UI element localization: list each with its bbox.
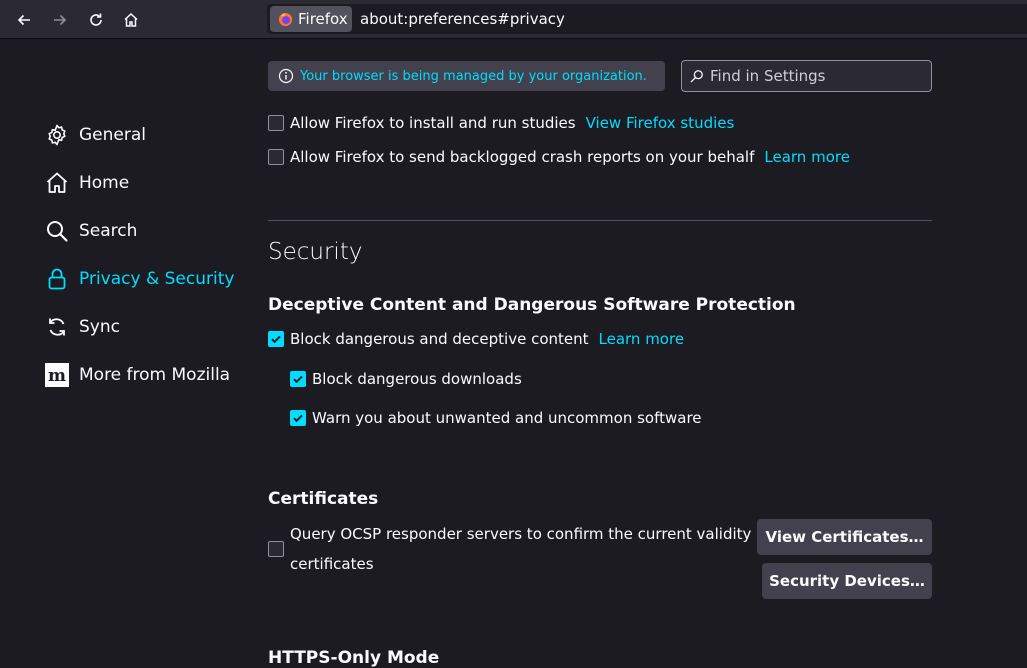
forward-button[interactable] [48, 8, 72, 32]
sidebar-item-label: Privacy & Security [79, 269, 235, 289]
block-deceptive-learn-more-link[interactable]: Learn more [599, 330, 685, 348]
identity-box[interactable]: Firefox [270, 6, 352, 32]
https-only-title: HTTPS-Only Mode [268, 648, 440, 668]
studies-checkbox[interactable] [268, 115, 284, 131]
security-devices-button[interactable]: Security Devices… [762, 563, 932, 599]
gear-icon [45, 123, 69, 147]
sidebar-item-search[interactable]: Search [45, 216, 137, 246]
mozilla-icon: m [45, 363, 69, 387]
sidebar-item-label: Search [79, 221, 138, 241]
lock-icon [45, 267, 69, 291]
block-downloads-row: Block dangerous downloads [290, 370, 522, 388]
block-deceptive-row: Block dangerous and deceptive content Le… [268, 330, 684, 348]
checkmark-icon [271, 335, 281, 344]
search-icon [690, 70, 703, 83]
reload-icon [90, 13, 102, 26]
reload-button[interactable] [84, 8, 108, 32]
checkmark-icon [293, 375, 303, 384]
checkmark-icon [293, 414, 303, 423]
crash-reports-checkbox[interactable] [268, 149, 284, 165]
sidebar-item-more-from-mozilla[interactable]: m More from Mozilla [45, 360, 230, 390]
ocsp-label: Query OCSP responder servers to confirm … [290, 519, 771, 579]
arrow-left-icon [17, 14, 30, 26]
section-divider [268, 220, 932, 221]
sidebar-item-sync[interactable]: Sync [45, 312, 120, 342]
crash-reports-row: Allow Firefox to send backlogged crash r… [268, 148, 850, 166]
svg-text:m: m [48, 366, 66, 386]
browser-toolbar: Firefox about:preferences#privacy [0, 0, 1027, 39]
url-text: about:preferences#privacy [360, 10, 565, 28]
sidebar-item-home[interactable]: Home [45, 168, 129, 198]
warn-unwanted-checkbox[interactable] [290, 410, 306, 426]
sidebar-item-privacy[interactable]: Privacy & Security [45, 264, 234, 294]
sidebar-item-label: More from Mozilla [79, 365, 231, 385]
warn-unwanted-label: Warn you about unwanted and uncommon sof… [312, 409, 702, 427]
find-in-settings[interactable] [681, 60, 932, 92]
block-deceptive-label: Block dangerous and deceptive content [290, 330, 589, 348]
sidebar-item-label: General [79, 125, 146, 145]
sidebar-item-label: Home [79, 173, 130, 193]
arrow-right-icon [54, 14, 67, 26]
studies-label: Allow Firefox to install and run studies [290, 114, 576, 132]
search-icon [45, 219, 69, 243]
security-section-title: Security [268, 239, 363, 265]
policy-message: Your browser is being managed by your or… [300, 68, 647, 84]
crash-reports-label: Allow Firefox to send backlogged crash r… [290, 148, 755, 166]
view-studies-link[interactable]: View Firefox studies [586, 114, 735, 132]
home-button[interactable] [119, 8, 143, 32]
sidebar-item-label: Sync [79, 317, 120, 337]
ocsp-label-line-2: certificates [290, 555, 374, 573]
block-downloads-checkbox[interactable] [290, 371, 306, 387]
info-icon [278, 68, 294, 84]
block-deceptive-checkbox[interactable] [268, 331, 284, 347]
block-downloads-label: Block dangerous downloads [312, 370, 522, 388]
studies-row: Allow Firefox to install and run studies… [268, 114, 734, 132]
certificates-title: Certificates [268, 489, 379, 509]
home-icon [124, 12, 138, 27]
deceptive-content-title: Deceptive Content and Dangerous Software… [268, 295, 796, 315]
ocsp-label-line-1: Query OCSP responder servers to confirm … [290, 525, 771, 543]
back-button[interactable] [12, 8, 36, 32]
sync-icon [45, 315, 69, 339]
url-bar[interactable]: Firefox about:preferences#privacy [267, 4, 1027, 34]
ocsp-checkbox[interactable] [268, 541, 284, 557]
ocsp-row: Query OCSP responder servers to confirm … [268, 519, 771, 579]
firefox-logo-icon [278, 12, 293, 26]
crash-reports-learn-more-link[interactable]: Learn more [764, 148, 850, 166]
sidebar-item-general[interactable]: General [45, 120, 146, 150]
home-icon [45, 171, 69, 195]
warn-unwanted-row: Warn you about unwanted and uncommon sof… [290, 409, 702, 427]
search-input[interactable] [710, 67, 920, 85]
policy-banner[interactable]: Your browser is being managed by your or… [268, 61, 665, 91]
identity-label: Firefox [298, 10, 348, 28]
view-certificates-button[interactable]: View Certificates… [757, 519, 932, 555]
